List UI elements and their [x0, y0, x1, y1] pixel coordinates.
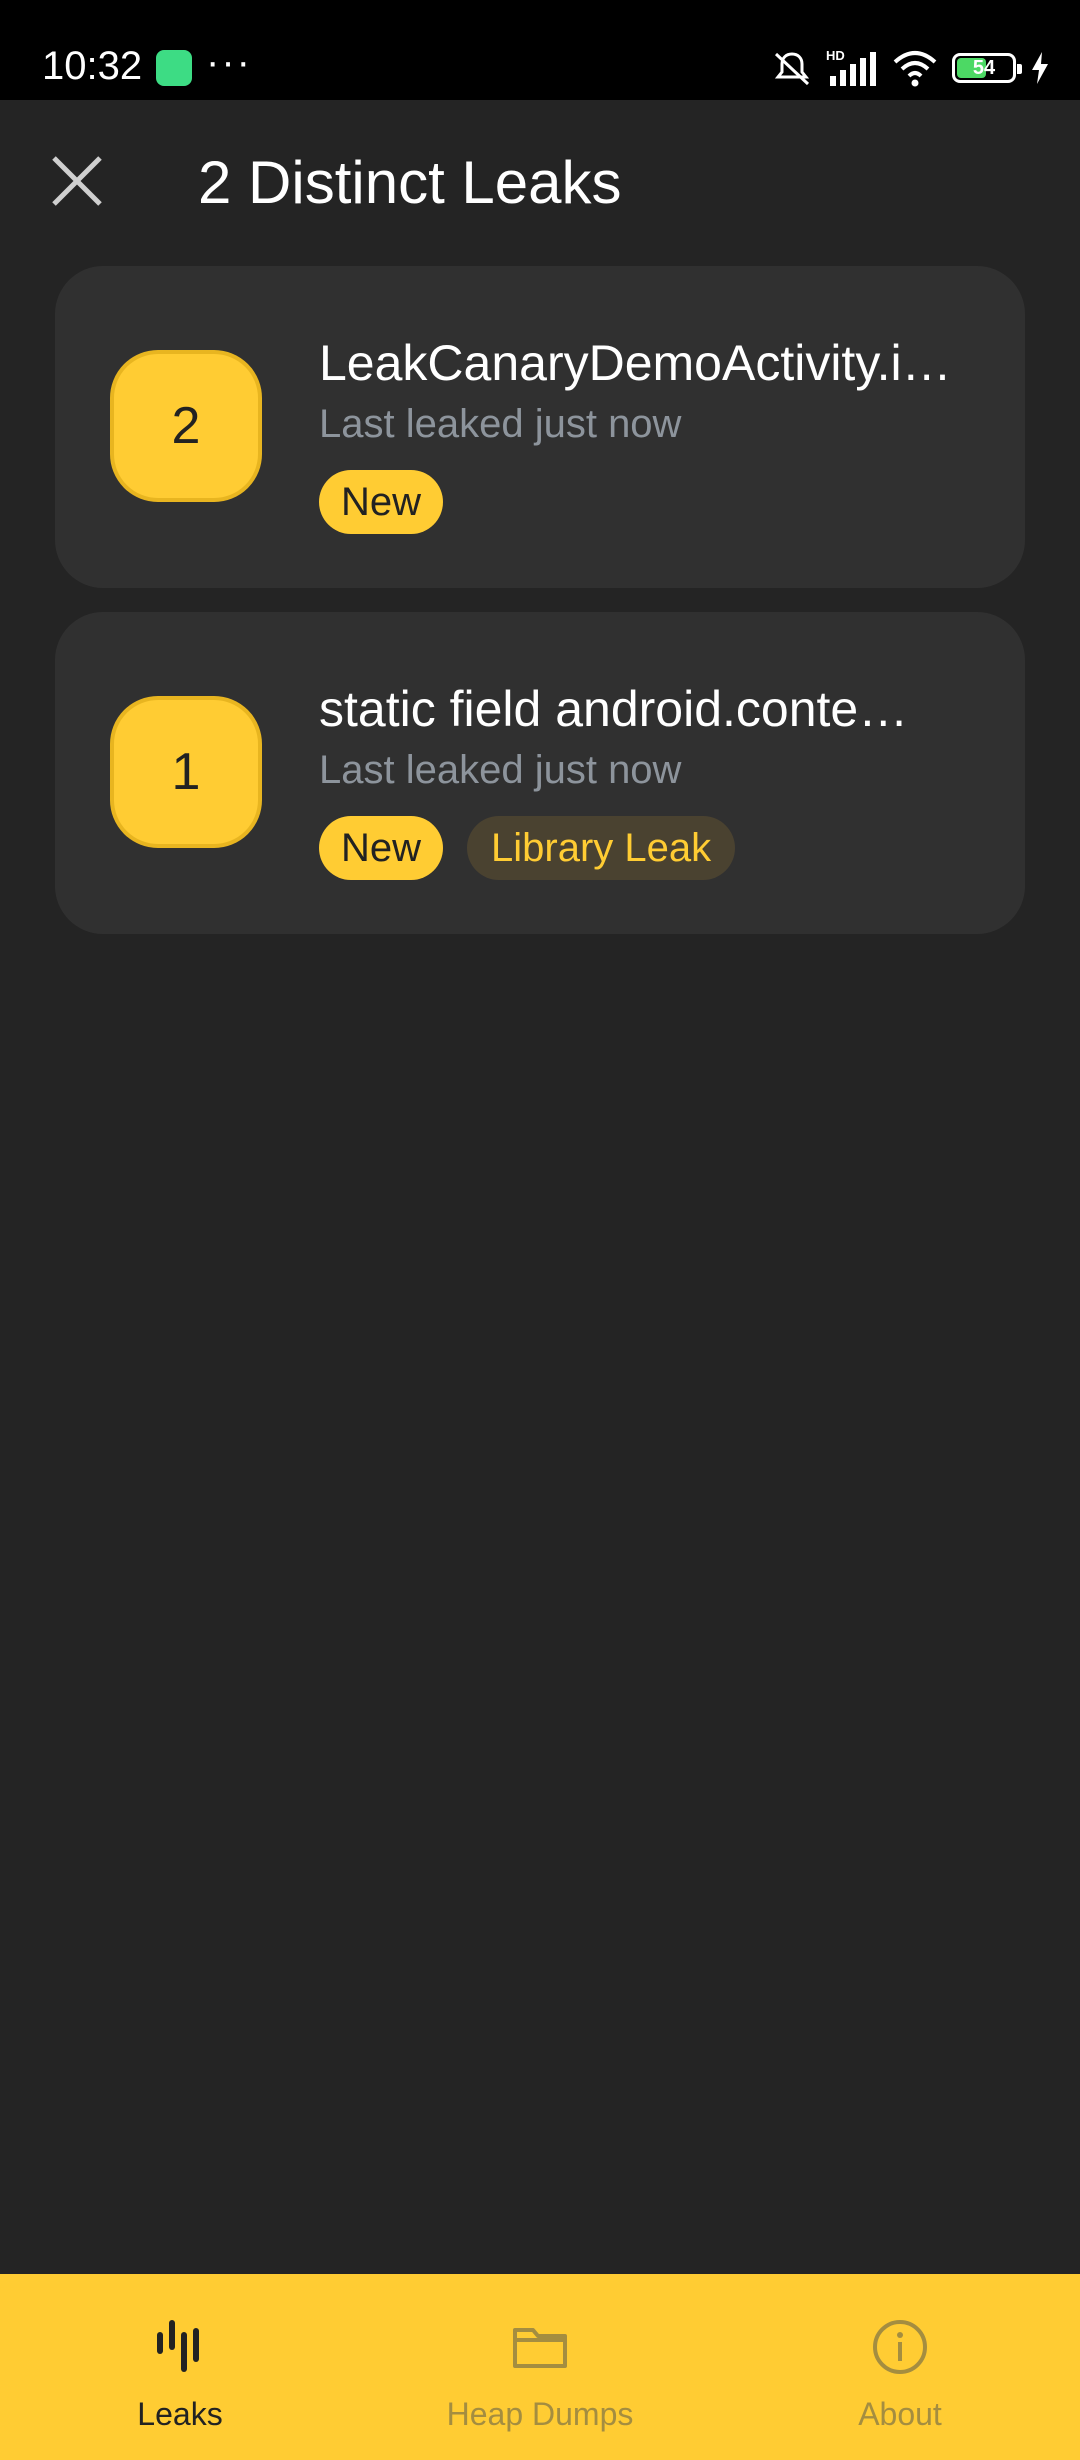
nav-label-heap-dumps: Heap Dumps — [446, 2396, 634, 2432]
bottom-navigation: Leaks Heap Dumps About — [0, 2274, 1080, 2460]
battery-percent: 54 — [972, 56, 996, 79]
new-tag: New — [319, 470, 444, 534]
more-notifications-icon: ··· — [206, 40, 252, 84]
leak-card[interactable]: 1 static field android.conte… Last leake… — [55, 612, 1025, 934]
leak-subtitle: Last leaked just now — [319, 748, 682, 792]
info-icon — [873, 2320, 927, 2374]
folder-icon — [513, 2328, 567, 2368]
wifi-icon — [893, 51, 937, 87]
status-time: 10:32 — [42, 44, 143, 88]
battery-icon: 54 — [952, 53, 1022, 83]
leak-title: LeakCanaryDemoActivity.i… — [319, 335, 952, 391]
leak-title: static field android.conte… — [319, 681, 909, 737]
leak-subtitle: Last leaked just now — [319, 402, 682, 446]
nav-label-leaks: Leaks — [137, 2396, 223, 2432]
nav-item-about[interactable]: About — [720, 2274, 1080, 2460]
page-title: 2 Distinct Leaks — [198, 149, 622, 216]
new-tag: New — [319, 816, 444, 880]
status-icons: HD 54 — [772, 48, 1050, 88]
nav-item-leaks[interactable]: Leaks — [0, 2274, 360, 2460]
network-type-label: HD — [826, 48, 845, 63]
android-notification-icon — [156, 50, 192, 86]
nav-item-heap-dumps[interactable]: Heap Dumps — [360, 2274, 720, 2460]
app-bar: 2 Distinct Leaks — [0, 100, 1080, 260]
close-icon[interactable] — [46, 150, 108, 212]
leak-tags: New — [319, 470, 444, 534]
charging-icon — [1032, 52, 1048, 84]
silent-icon — [774, 52, 810, 86]
status-bar: 10:32 ··· HD 54 — [0, 0, 1080, 100]
leaks-icon — [157, 2320, 199, 2372]
leak-card[interactable]: 2 LeakCanaryDemoActivity.i… Last leaked … — [55, 266, 1025, 588]
leak-count-badge: 1 — [110, 696, 262, 848]
nav-label-about: About — [858, 2396, 942, 2432]
leak-count-badge: 2 — [110, 350, 262, 502]
library-leak-tag: Library Leak — [467, 816, 736, 880]
signal-icon: HD — [826, 48, 876, 86]
leak-tags: New Library Leak — [319, 816, 736, 880]
